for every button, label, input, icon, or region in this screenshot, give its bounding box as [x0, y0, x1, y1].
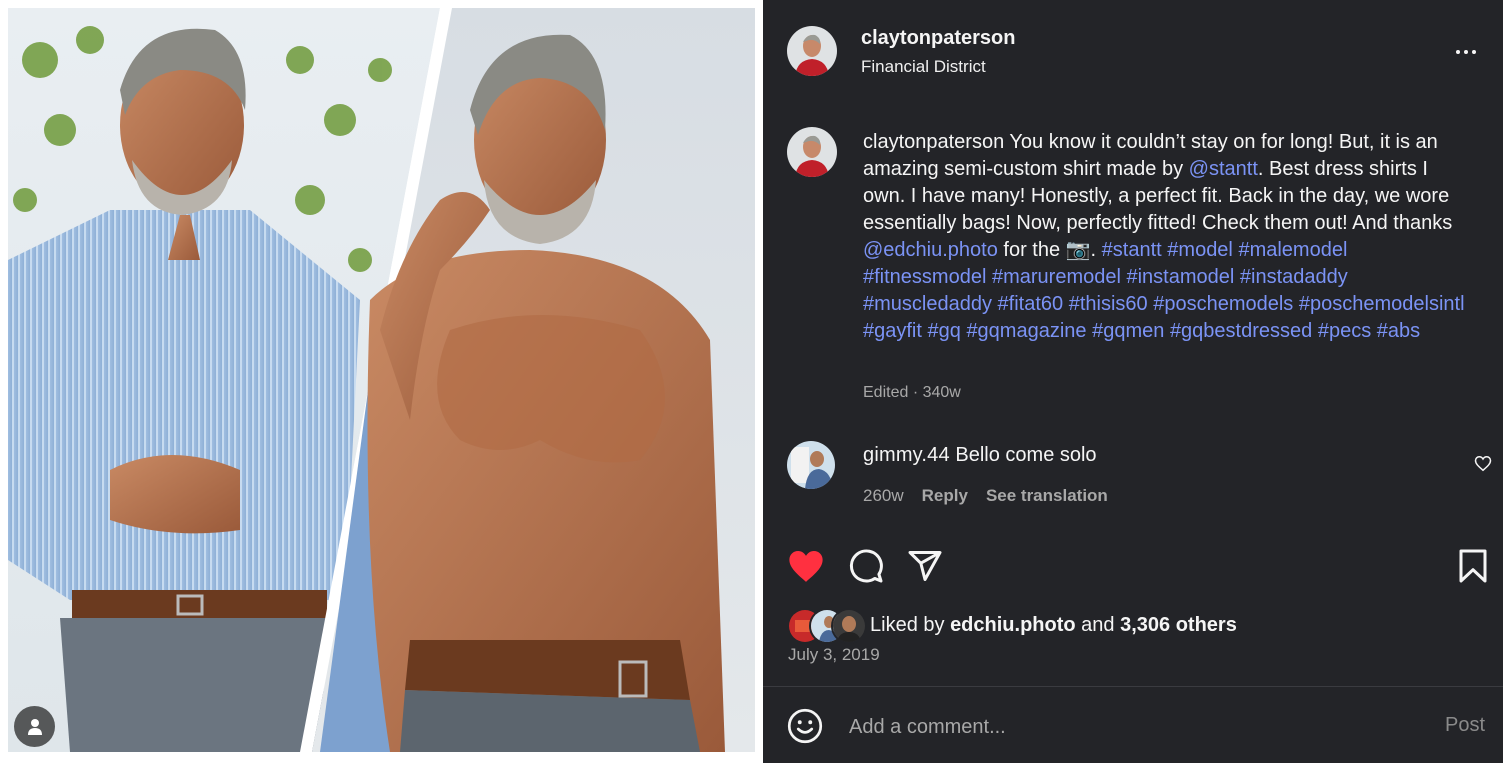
user-tag-icon [27, 718, 42, 735]
hashtag-link[interactable]: #malemodel [1238, 239, 1347, 261]
more-options-icon[interactable] [1449, 38, 1483, 66]
post-date[interactable]: July 3, 2019 [788, 645, 880, 665]
post-location[interactable]: Financial District [861, 57, 986, 77]
hashtag-link[interactable]: #poschemodels [1153, 293, 1293, 315]
mention-link[interactable]: @stantt [1189, 158, 1258, 180]
hashtag-link[interactable]: #gqbestdressed [1170, 320, 1312, 342]
post-header: claytonpaterson Financial District [763, 0, 1503, 103]
user-tag-button[interactable] [14, 706, 55, 747]
emoji-icon[interactable] [787, 708, 823, 744]
save-icon[interactable] [1457, 548, 1489, 584]
mention-link[interactable]: @edchiu.photo [863, 239, 998, 261]
hashtag-link[interactable]: #abs [1377, 320, 1420, 342]
likes-and: and [1075, 614, 1121, 636]
hashtag-link[interactable]: #pecs [1318, 320, 1371, 342]
caption-edited-age: Edited · 340w [863, 384, 961, 401]
caption-avatar[interactable] [787, 127, 837, 177]
hashtag-link[interactable]: #maruremodel [992, 266, 1121, 288]
avatar[interactable] [787, 26, 837, 76]
post-details-panel: claytonpaterson Financial District clayt… [763, 0, 1503, 763]
comment: gimmy.44 Bello come solo [863, 444, 1097, 467]
post-author-username[interactable]: claytonpaterson [861, 27, 1015, 50]
caption-text: for the 📷. [997, 239, 1102, 261]
hashtag-link[interactable]: #fitat60 [998, 293, 1064, 315]
hashtag-link[interactable]: #model [1167, 239, 1233, 261]
post-caption: claytonpaterson You know it couldn’t sta… [863, 129, 1473, 345]
caption-username[interactable]: claytonpaterson [863, 131, 1004, 153]
liker-username[interactable]: edchiu.photo [950, 614, 1076, 636]
see-translation-link[interactable]: See translation [986, 486, 1108, 506]
avatar [831, 608, 867, 644]
hashtag-link[interactable]: #instamodel [1126, 266, 1234, 288]
likes-summary: Liked by edchiu.photo and 3,306 others [870, 614, 1237, 637]
comment-username[interactable]: gimmy.44 [863, 444, 950, 466]
post-actions [787, 548, 1487, 588]
hashtag-link[interactable]: #poschemodelsintl [1299, 293, 1465, 315]
instagram-post-view: claytonpaterson Financial District clayt… [0, 0, 1503, 763]
comment-like-icon[interactable] [1474, 455, 1492, 472]
likes-prefix: Liked by [870, 614, 951, 636]
like-heart-icon[interactable] [787, 548, 825, 584]
hashtag-link[interactable]: #stantt [1102, 239, 1162, 261]
comment-input[interactable] [847, 709, 1411, 745]
comment-meta: 260w Reply See translation [863, 486, 1108, 506]
likes-others-count[interactable]: 3,306 others [1120, 614, 1237, 636]
comment-age: 260w [863, 486, 904, 505]
add-comment-bar: Post [763, 687, 1503, 763]
reply-link[interactable]: Reply [922, 486, 968, 506]
hashtag-link[interactable]: #fitnessmodel [863, 266, 986, 288]
share-icon[interactable] [907, 548, 943, 584]
photo-collage [8, 8, 755, 752]
hashtag-link[interactable]: #gayfit [863, 320, 922, 342]
commenter-avatar[interactable] [787, 441, 835, 489]
hashtag-link[interactable]: #gqmen [1092, 320, 1164, 342]
post-comment-button[interactable]: Post [1445, 714, 1485, 737]
hashtag-link[interactable]: #muscledaddy [863, 293, 992, 315]
comment-icon[interactable] [848, 548, 884, 584]
comment-text: Bello come solo [955, 444, 1097, 466]
hashtag-link[interactable]: #instadaddy [1240, 266, 1348, 288]
hashtag-link[interactable]: #thisis60 [1069, 293, 1148, 315]
liker-avatars[interactable] [787, 608, 867, 644]
hashtag-link[interactable]: #gqmagazine [966, 320, 1086, 342]
hashtag-link[interactable]: #gq [928, 320, 961, 342]
post-image[interactable] [0, 0, 763, 763]
